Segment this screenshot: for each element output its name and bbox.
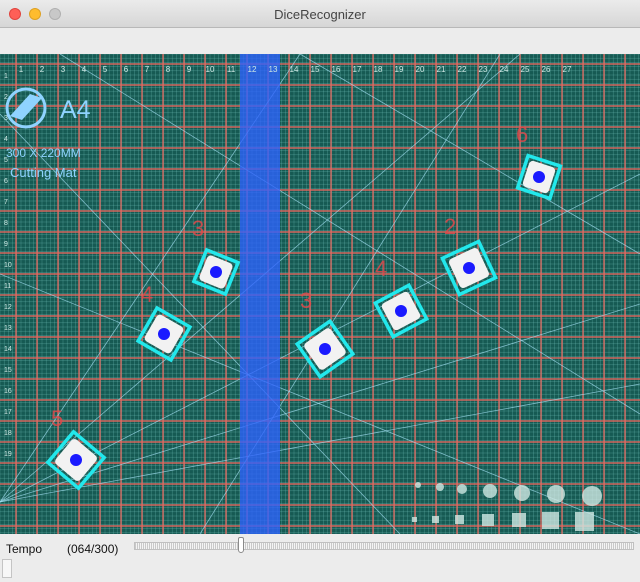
top-ruler-number: 8 bbox=[166, 65, 171, 74]
left-ruler-number: 18 bbox=[4, 430, 12, 437]
top-ruler-number: 22 bbox=[458, 65, 467, 74]
left-ruler-number: 4 bbox=[4, 136, 8, 143]
top-ruler-number: 24 bbox=[500, 65, 509, 74]
top-ruler-number: 7 bbox=[145, 65, 150, 74]
tempo-label: Tempo bbox=[6, 542, 43, 556]
major-grid bbox=[0, 54, 640, 534]
left-ruler-number: 17 bbox=[4, 409, 12, 416]
top-ruler-number: 1 bbox=[19, 65, 24, 74]
pip-centroid bbox=[395, 305, 407, 317]
mat-product-name: Cutting Mat bbox=[10, 165, 77, 180]
pip-centroid bbox=[70, 454, 82, 466]
top-ruler-number: 18 bbox=[374, 65, 383, 74]
top-ruler-number: 27 bbox=[563, 65, 572, 74]
left-ruler-number: 16 bbox=[4, 388, 12, 395]
pip-centroid bbox=[158, 328, 170, 340]
toolbar-area bbox=[0, 28, 640, 54]
top-ruler-number: 21 bbox=[437, 65, 446, 74]
pip-centroid bbox=[463, 262, 475, 274]
left-ruler-number: 8 bbox=[4, 220, 8, 227]
pip-centroid bbox=[533, 171, 545, 183]
square-templates bbox=[412, 512, 594, 531]
left-ruler-number: 11 bbox=[4, 283, 11, 290]
tempo-slider-track[interactable] bbox=[134, 542, 634, 550]
die-count-label: 6 bbox=[516, 122, 528, 147]
circle-templates bbox=[415, 482, 602, 506]
die-count-label: 2 bbox=[444, 214, 456, 239]
blue-ruler bbox=[240, 54, 280, 534]
top-ruler-number: 6 bbox=[124, 65, 129, 74]
left-ruler-number: 13 bbox=[4, 325, 12, 332]
top-ruler-number: 12 bbox=[248, 65, 257, 74]
left-ruler-number: 10 bbox=[4, 262, 12, 269]
mat-size: 300 X 220MM bbox=[6, 146, 81, 160]
minor-grid bbox=[0, 54, 640, 534]
die-count-label: 5 bbox=[51, 406, 63, 431]
top-ruler-number: 11 bbox=[227, 65, 236, 74]
dice-detection-image: 1 2 3 4 5 6 7 8 9 10 11 12 13 14 15 16 17 18 19 20 21 22 23 24 2… bbox=[0, 54, 640, 534]
left-ruler-number: 6 bbox=[4, 178, 8, 185]
tempo-slider[interactable] bbox=[134, 537, 634, 555]
top-ruler-number: 5 bbox=[103, 65, 108, 74]
left-ruler-number: 15 bbox=[4, 367, 12, 374]
top-ruler-number: 20 bbox=[416, 65, 425, 74]
top-ruler-number: 17 bbox=[353, 65, 362, 74]
camera-view: 1 2 3 4 5 6 7 8 9 10 11 12 13 14 15 16 17 18 19 20 21 22 23 24 2… bbox=[0, 54, 640, 534]
die-count-label: 4 bbox=[141, 282, 153, 307]
title-bar: DiceRecognizer bbox=[0, 0, 640, 28]
top-ruler-number: 3 bbox=[61, 65, 66, 74]
left-ruler-number: 9 bbox=[4, 241, 8, 248]
top-ruler-number: 13 bbox=[269, 65, 278, 74]
top-ruler-number: 10 bbox=[206, 65, 215, 74]
left-ruler-number: 12 bbox=[4, 304, 12, 311]
top-ruler-number: 25 bbox=[521, 65, 530, 74]
die-count-label: 3 bbox=[300, 288, 312, 313]
top-ruler-number: 4 bbox=[82, 65, 87, 74]
tempo-value: (064/300) bbox=[67, 542, 119, 556]
top-ruler-number: 23 bbox=[479, 65, 488, 74]
top-ruler-number: 19 bbox=[395, 65, 404, 74]
diagonal-guides bbox=[0, 54, 640, 534]
die-count-label: 3 bbox=[192, 216, 204, 241]
left-ruler-number: 19 bbox=[4, 451, 12, 458]
mat-brand: A4 bbox=[60, 96, 91, 124]
die-detection: 5 bbox=[45, 406, 107, 491]
top-ruler-number: 2 bbox=[40, 65, 45, 74]
pip-centroid bbox=[319, 343, 331, 355]
top-ruler-number: 9 bbox=[187, 65, 192, 74]
die-count-label: 4 bbox=[375, 256, 387, 281]
left-ruler-number: 14 bbox=[4, 346, 12, 353]
top-ruler-numbers: 1 2 3 4 5 6 7 8 9 10 11 12 13 14 15 16 17 18 19 20 21 22 23 24 2… bbox=[19, 65, 572, 74]
top-ruler-number: 16 bbox=[332, 65, 341, 74]
left-ruler-number: 7 bbox=[4, 199, 8, 206]
window-title: DiceRecognizer bbox=[274, 7, 366, 22]
pip-centroid bbox=[210, 266, 222, 278]
status-field bbox=[2, 559, 12, 578]
trackbar-panel: Tempo (064/300) bbox=[0, 534, 640, 582]
top-ruler-number: 14 bbox=[290, 65, 299, 74]
top-ruler-number: 26 bbox=[542, 65, 551, 74]
top-ruler-number: 15 bbox=[311, 65, 320, 74]
die-detection: 6 bbox=[515, 122, 563, 201]
tempo-slider-thumb[interactable] bbox=[237, 537, 244, 553]
left-ruler-number: 1 bbox=[4, 73, 8, 80]
